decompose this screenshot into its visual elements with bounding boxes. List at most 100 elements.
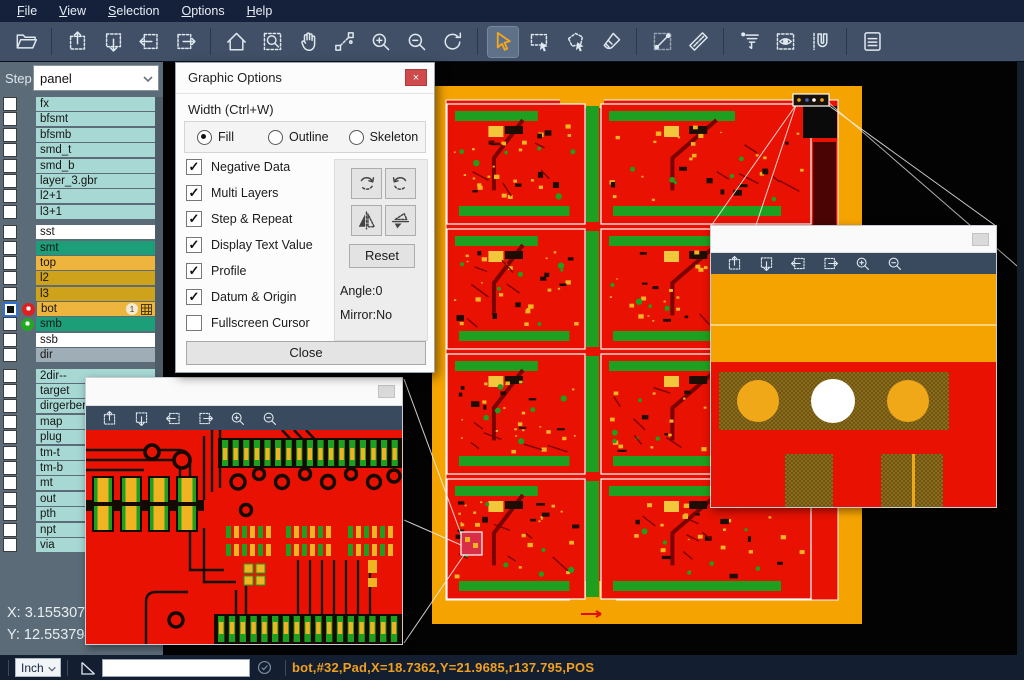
layer-row-smd_b[interactable]: smd_b	[0, 159, 163, 173]
layer-name[interactable]: ssb	[36, 333, 155, 347]
layer-name[interactable]: l3+1	[36, 205, 155, 219]
rotate-ccw-icon[interactable]	[385, 168, 416, 199]
radio-fill[interactable]: Fill	[197, 130, 234, 145]
layer-row-smt[interactable]: smt	[0, 241, 163, 255]
pan-left-icon[interactable]	[787, 254, 809, 274]
snap-magnet-icon[interactable]	[806, 27, 836, 57]
filter-icon[interactable]	[734, 27, 764, 57]
layer-name[interactable]: bot1	[37, 302, 155, 316]
layer-row-top[interactable]: top	[0, 256, 163, 270]
layer-visibility-checkbox[interactable]	[3, 538, 17, 552]
view-box-icon[interactable]	[770, 27, 800, 57]
pan-down-icon[interactable]	[755, 254, 777, 274]
zoom-out-icon[interactable]	[883, 254, 905, 274]
magnifier-window-button[interactable]	[972, 233, 989, 246]
magnifier-window-button[interactable]	[378, 385, 395, 398]
layer-name[interactable]: smt	[36, 241, 155, 255]
menu-options[interactable]: Options	[170, 0, 235, 22]
layer-visibility-checkbox[interactable]	[3, 492, 17, 506]
checkbox-negative-data[interactable]: ✓Negative Data	[186, 154, 313, 180]
layer-visibility-checkbox[interactable]	[3, 205, 17, 219]
zoom-in-icon[interactable]	[365, 27, 395, 57]
layer-visibility-checkbox[interactable]	[3, 256, 17, 270]
layer-visibility-checkbox[interactable]	[3, 174, 17, 188]
layer-name[interactable]: bfsmb	[36, 128, 155, 142]
reset-button[interactable]: Reset	[349, 244, 415, 268]
magnifier-title-bar[interactable]	[86, 378, 402, 406]
layer-row-sst[interactable]: sst	[0, 225, 163, 239]
layer-visibility-checkbox[interactable]	[3, 287, 17, 301]
layer-row-smb[interactable]: smb	[0, 317, 163, 331]
pan-down-icon[interactable]	[130, 408, 152, 428]
unit-select[interactable]: Inch	[15, 658, 61, 677]
step-select[interactable]: panel	[33, 65, 159, 91]
ruler-icon[interactable]	[683, 27, 713, 57]
corner-angle-icon[interactable]	[78, 658, 98, 678]
layer-visibility-checkbox[interactable]	[3, 415, 17, 429]
layer-name[interactable]: smb	[36, 317, 155, 331]
layer-visibility-checkbox[interactable]	[3, 159, 17, 173]
layer-row-ssb[interactable]: ssb	[0, 333, 163, 347]
pan-right-icon[interactable]	[819, 254, 841, 274]
pan-left-icon[interactable]	[134, 27, 164, 57]
checkbox-fullscreen-cursor[interactable]: Fullscreen Cursor	[186, 310, 313, 336]
layer-visibility-checkbox[interactable]	[3, 225, 17, 239]
pan-left-icon[interactable]	[162, 408, 184, 428]
layer-visibility-checkbox[interactable]	[3, 271, 17, 285]
layer-visibility-checkbox[interactable]	[3, 241, 17, 255]
magnifier-title-bar[interactable]	[711, 226, 996, 253]
menu-file[interactable]: File	[6, 0, 48, 22]
radio-outline[interactable]: Outline	[268, 130, 329, 145]
zoom-out-icon[interactable]	[258, 408, 280, 428]
home-icon[interactable]	[221, 27, 251, 57]
layer-visibility-checkbox[interactable]	[3, 523, 17, 537]
pan-up-icon[interactable]	[98, 408, 120, 428]
layer-name[interactable]: fx	[36, 97, 155, 111]
checkbox-datum-origin[interactable]: ✓Datum & Origin	[186, 284, 313, 310]
pan-right-icon[interactable]	[194, 408, 216, 428]
select-cursor-icon[interactable]	[488, 27, 518, 57]
layer-visibility-checkbox[interactable]	[3, 476, 17, 490]
radio-skeleton[interactable]: Skeleton	[349, 130, 419, 145]
layer-name[interactable]: l2	[36, 271, 155, 285]
clean-brush-icon[interactable]	[596, 27, 626, 57]
rotate-cw-icon[interactable]	[351, 168, 382, 199]
layer-row-l3+1[interactable]: l3+1	[0, 205, 163, 219]
checkbox-multi-layers[interactable]: ✓Multi Layers	[186, 180, 313, 206]
close-icon[interactable]: ×	[405, 69, 427, 86]
canvas-scrollbar[interactable]	[1017, 62, 1024, 655]
polygon-select-icon[interactable]	[560, 27, 590, 57]
flip-horizontal-icon[interactable]	[351, 205, 382, 236]
layer-row-smd_t[interactable]: smd_t	[0, 143, 163, 157]
layer-visibility-checkbox[interactable]	[3, 446, 17, 460]
layer-name[interactable]: layer_3.gbr	[36, 174, 155, 188]
layer-row-layer_3.gbr[interactable]: layer_3.gbr	[0, 174, 163, 188]
layer-row-l2[interactable]: l2	[0, 271, 163, 285]
layer-visibility-checkbox[interactable]	[3, 333, 17, 347]
layer-visibility-checkbox[interactable]	[3, 302, 18, 317]
layer-visibility-checkbox[interactable]	[3, 189, 17, 203]
menu-view[interactable]: View	[48, 0, 97, 22]
command-input[interactable]	[102, 659, 250, 677]
menu-help[interactable]: Help	[236, 0, 284, 22]
layer-visibility-checkbox[interactable]	[3, 384, 17, 398]
pan-down-icon[interactable]	[98, 27, 128, 57]
checkbox-display-text-value[interactable]: ✓Display Text Value	[186, 232, 313, 258]
layer-name[interactable]: smd_t	[36, 143, 155, 157]
layer-visibility-checkbox[interactable]	[3, 430, 17, 444]
checkbox-step-repeat[interactable]: ✓Step & Repeat	[186, 206, 313, 232]
layer-visibility-checkbox[interactable]	[3, 461, 17, 475]
layer-row-bfsmt[interactable]: bfsmt	[0, 112, 163, 126]
pan-right-icon[interactable]	[170, 27, 200, 57]
measure-point-icon[interactable]	[329, 27, 359, 57]
layer-name[interactable]: dir	[36, 348, 155, 362]
layer-row-dir[interactable]: dir	[0, 348, 163, 362]
layer-visibility-checkbox[interactable]	[3, 97, 17, 111]
layer-visibility-checkbox[interactable]	[3, 369, 17, 383]
measure-line-icon[interactable]	[647, 27, 677, 57]
magnifier-window-bottom[interactable]	[85, 377, 403, 645]
layer-visibility-checkbox[interactable]	[3, 143, 17, 157]
zoom-previous-icon[interactable]	[437, 27, 467, 57]
zoom-out-icon[interactable]	[401, 27, 431, 57]
layer-name[interactable]: l2+1	[36, 189, 155, 203]
